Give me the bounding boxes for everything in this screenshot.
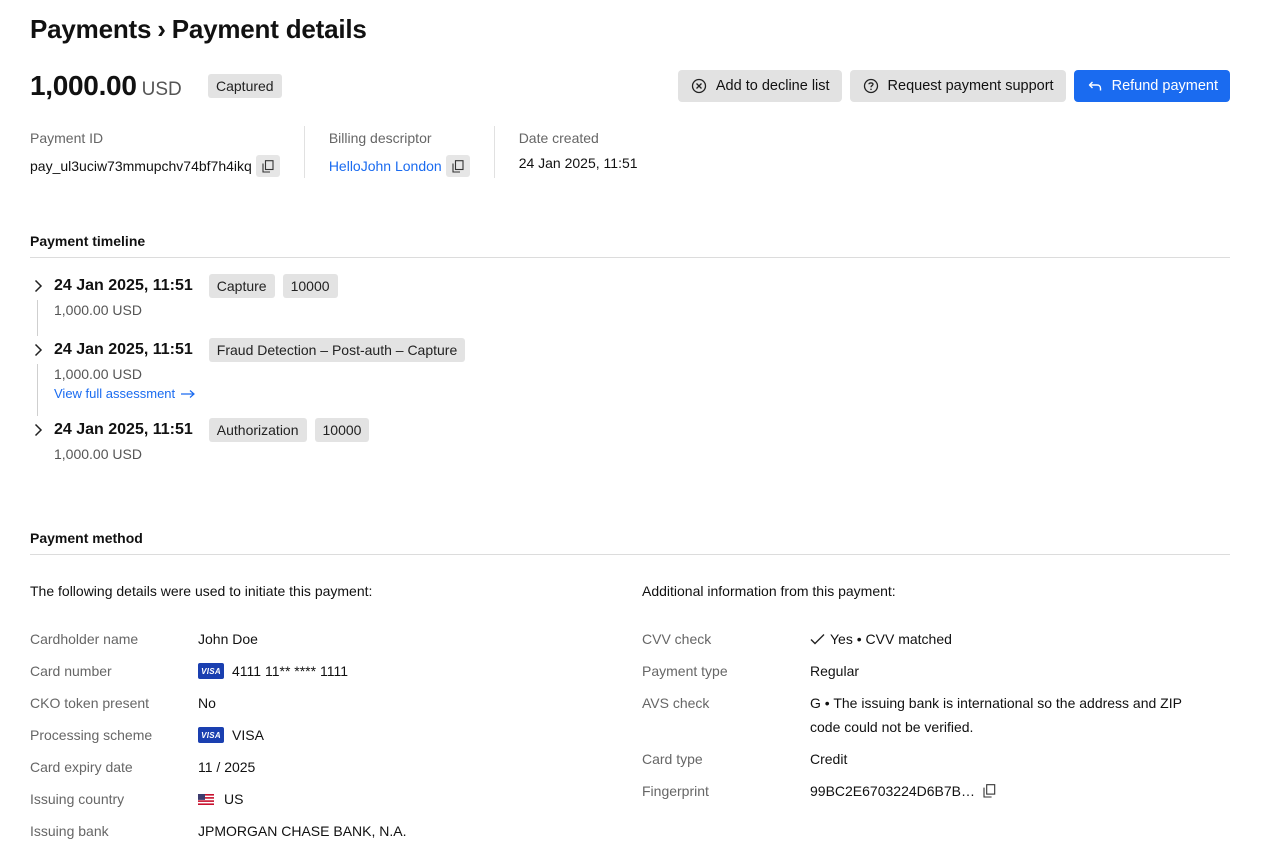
add-to-decline-list-button[interactable]: Add to decline list: [677, 70, 842, 102]
payment-method-title: Payment method: [30, 530, 143, 546]
undo-arrow-icon: [1086, 77, 1104, 95]
view-full-assessment-label: View full assessment: [54, 386, 176, 401]
payment-method-right-intro: Additional information from this payment…: [642, 583, 896, 599]
payment-id-value: pay_ul3uciw73mmupchv74bf7h4ikq: [30, 158, 252, 174]
timeline-date: 24 Jan 2025, 11:51: [54, 341, 193, 358]
issuing-country-label: Issuing country: [30, 791, 125, 807]
timeline-date: 24 Jan 2025, 11:51: [54, 277, 193, 294]
payment-id-label: Payment ID: [30, 130, 104, 146]
timeline-divider: [30, 257, 1230, 258]
date-created-column: Date created 24 Jan 2025, 11:51: [519, 126, 662, 178]
event-type-badge: Authorization: [208, 418, 307, 442]
avs-check-label: AVS check: [642, 695, 710, 711]
payment-id-column: Payment ID pay_ul3uciw73mmupchv74bf7h4ik…: [30, 126, 305, 178]
copy-billing-descriptor-button[interactable]: [445, 155, 470, 177]
payment-method-divider: [30, 554, 1230, 555]
card-type-label: Card type: [642, 751, 703, 767]
us-flag-icon: [198, 793, 214, 805]
timeline-amount: 1,000.00 USD: [54, 446, 142, 462]
copy-icon: [262, 159, 274, 173]
timeline-item: 24 Jan 2025, 11:51 Fraud Detection – Pos…: [30, 338, 473, 401]
request-payment-support-label: Request payment support: [887, 78, 1054, 94]
payment-type-label: Payment type: [642, 663, 728, 679]
card-expiry-label: Card expiry date: [30, 759, 133, 775]
payment-meta: Payment ID pay_ul3uciw73mmupchv74bf7h4ik…: [30, 126, 686, 178]
status-badge: Captured: [208, 74, 282, 98]
event-type-badge: Fraud Detection – Post-auth – Capture: [208, 338, 466, 362]
payment-id-value-row: pay_ul3uciw73mmupchv74bf7h4ikq: [30, 155, 280, 177]
card-number-value: 4111 11** **** 1111: [232, 663, 348, 679]
chevron-right-icon[interactable]: [30, 274, 46, 298]
check-icon: [810, 633, 825, 645]
question-circle-icon: [862, 77, 880, 95]
timeline-item: 24 Jan 2025, 11:51 Capture 10000 1,000.0…: [30, 274, 346, 318]
copy-icon: [452, 159, 464, 173]
response-code-badge: 10000: [282, 274, 338, 298]
processing-scheme-value: VISA: [232, 727, 264, 743]
timeline-item: 24 Jan 2025, 11:51 Authorization 10000 1…: [30, 418, 377, 462]
billing-descriptor-label: Billing descriptor: [328, 130, 432, 146]
cardholder-name-value: John Doe: [198, 631, 258, 647]
payment-timeline-title: Payment timeline: [30, 233, 146, 249]
refund-payment-label: Refund payment: [1111, 78, 1218, 94]
visa-icon: VISA: [198, 727, 224, 743]
cardholder-name-label: Cardholder name: [30, 631, 139, 647]
issuing-country-value: US: [224, 791, 244, 807]
fingerprint-value: 99BC2E6703224D6B7B…: [810, 783, 976, 799]
chevron-right-icon[interactable]: [30, 418, 46, 442]
breadcrumb: Payments › Payment details: [30, 14, 367, 45]
payment-method-left-intro: The following details were used to initi…: [30, 583, 373, 599]
cvv-check-label: CVV check: [642, 631, 712, 647]
copy-payment-id-button[interactable]: [255, 155, 280, 177]
breadcrumb-payments-link[interactable]: Payments: [30, 14, 151, 45]
copy-fingerprint-button[interactable]: [983, 784, 996, 798]
cvv-check-value: Yes • CVV matched: [830, 631, 952, 647]
amount-currency: USD: [141, 79, 182, 100]
breadcrumb-separator: ›: [157, 14, 166, 44]
circle-x-icon: [690, 77, 708, 95]
card-expiry-value: 11 / 2025: [198, 759, 256, 775]
timeline-date: 24 Jan 2025, 11:51: [54, 421, 193, 438]
visa-icon: VISA: [198, 663, 224, 679]
processing-scheme-label: Processing scheme: [30, 727, 153, 743]
view-full-assessment-link[interactable]: View full assessment: [54, 386, 473, 401]
arrow-right-icon: [180, 389, 196, 399]
action-bar: Add to decline list Request payment supp…: [677, 70, 1230, 102]
avs-check-value-line2: code could not be verified.: [810, 719, 974, 735]
amount-value: 1,000.00: [30, 70, 137, 101]
billing-descriptor-link[interactable]: HelloJohn London: [329, 158, 442, 174]
event-type-badge: Capture: [208, 274, 275, 298]
cko-token-label: CKO token present: [30, 695, 150, 711]
card-type-value: Credit: [810, 751, 848, 767]
issuing-bank-label: Issuing bank: [30, 823, 109, 839]
timeline-amount: 1,000.00 USD: [54, 302, 142, 318]
date-created-value: 24 Jan 2025, 11:51: [518, 155, 638, 171]
page-title: Payment details: [171, 14, 367, 44]
fingerprint-label: Fingerprint: [642, 783, 709, 799]
copy-icon: [983, 784, 996, 798]
response-code-badge: 10000: [314, 418, 370, 442]
avs-check-value-line1: G • The issuing bank is international so…: [810, 695, 1182, 711]
issuing-bank-value: JPMORGAN CHASE BANK, N.A.: [198, 823, 407, 839]
request-payment-support-button[interactable]: Request payment support: [849, 70, 1066, 102]
chevron-right-icon[interactable]: [30, 338, 46, 362]
payment-amount: 1,000.00 USD: [30, 70, 182, 102]
billing-descriptor-column: Billing descriptor HelloJohn London: [329, 126, 495, 178]
refund-payment-button[interactable]: Refund payment: [1073, 70, 1230, 102]
billing-descriptor-value-row: HelloJohn London: [329, 155, 470, 177]
payment-type-value: Regular: [810, 663, 860, 679]
date-created-label: Date created: [518, 130, 599, 146]
add-to-decline-list-label: Add to decline list: [715, 78, 830, 94]
card-number-label: Card number: [30, 663, 112, 679]
cko-token-value: No: [198, 695, 216, 711]
timeline-amount: 1,000.00 USD: [54, 366, 142, 382]
